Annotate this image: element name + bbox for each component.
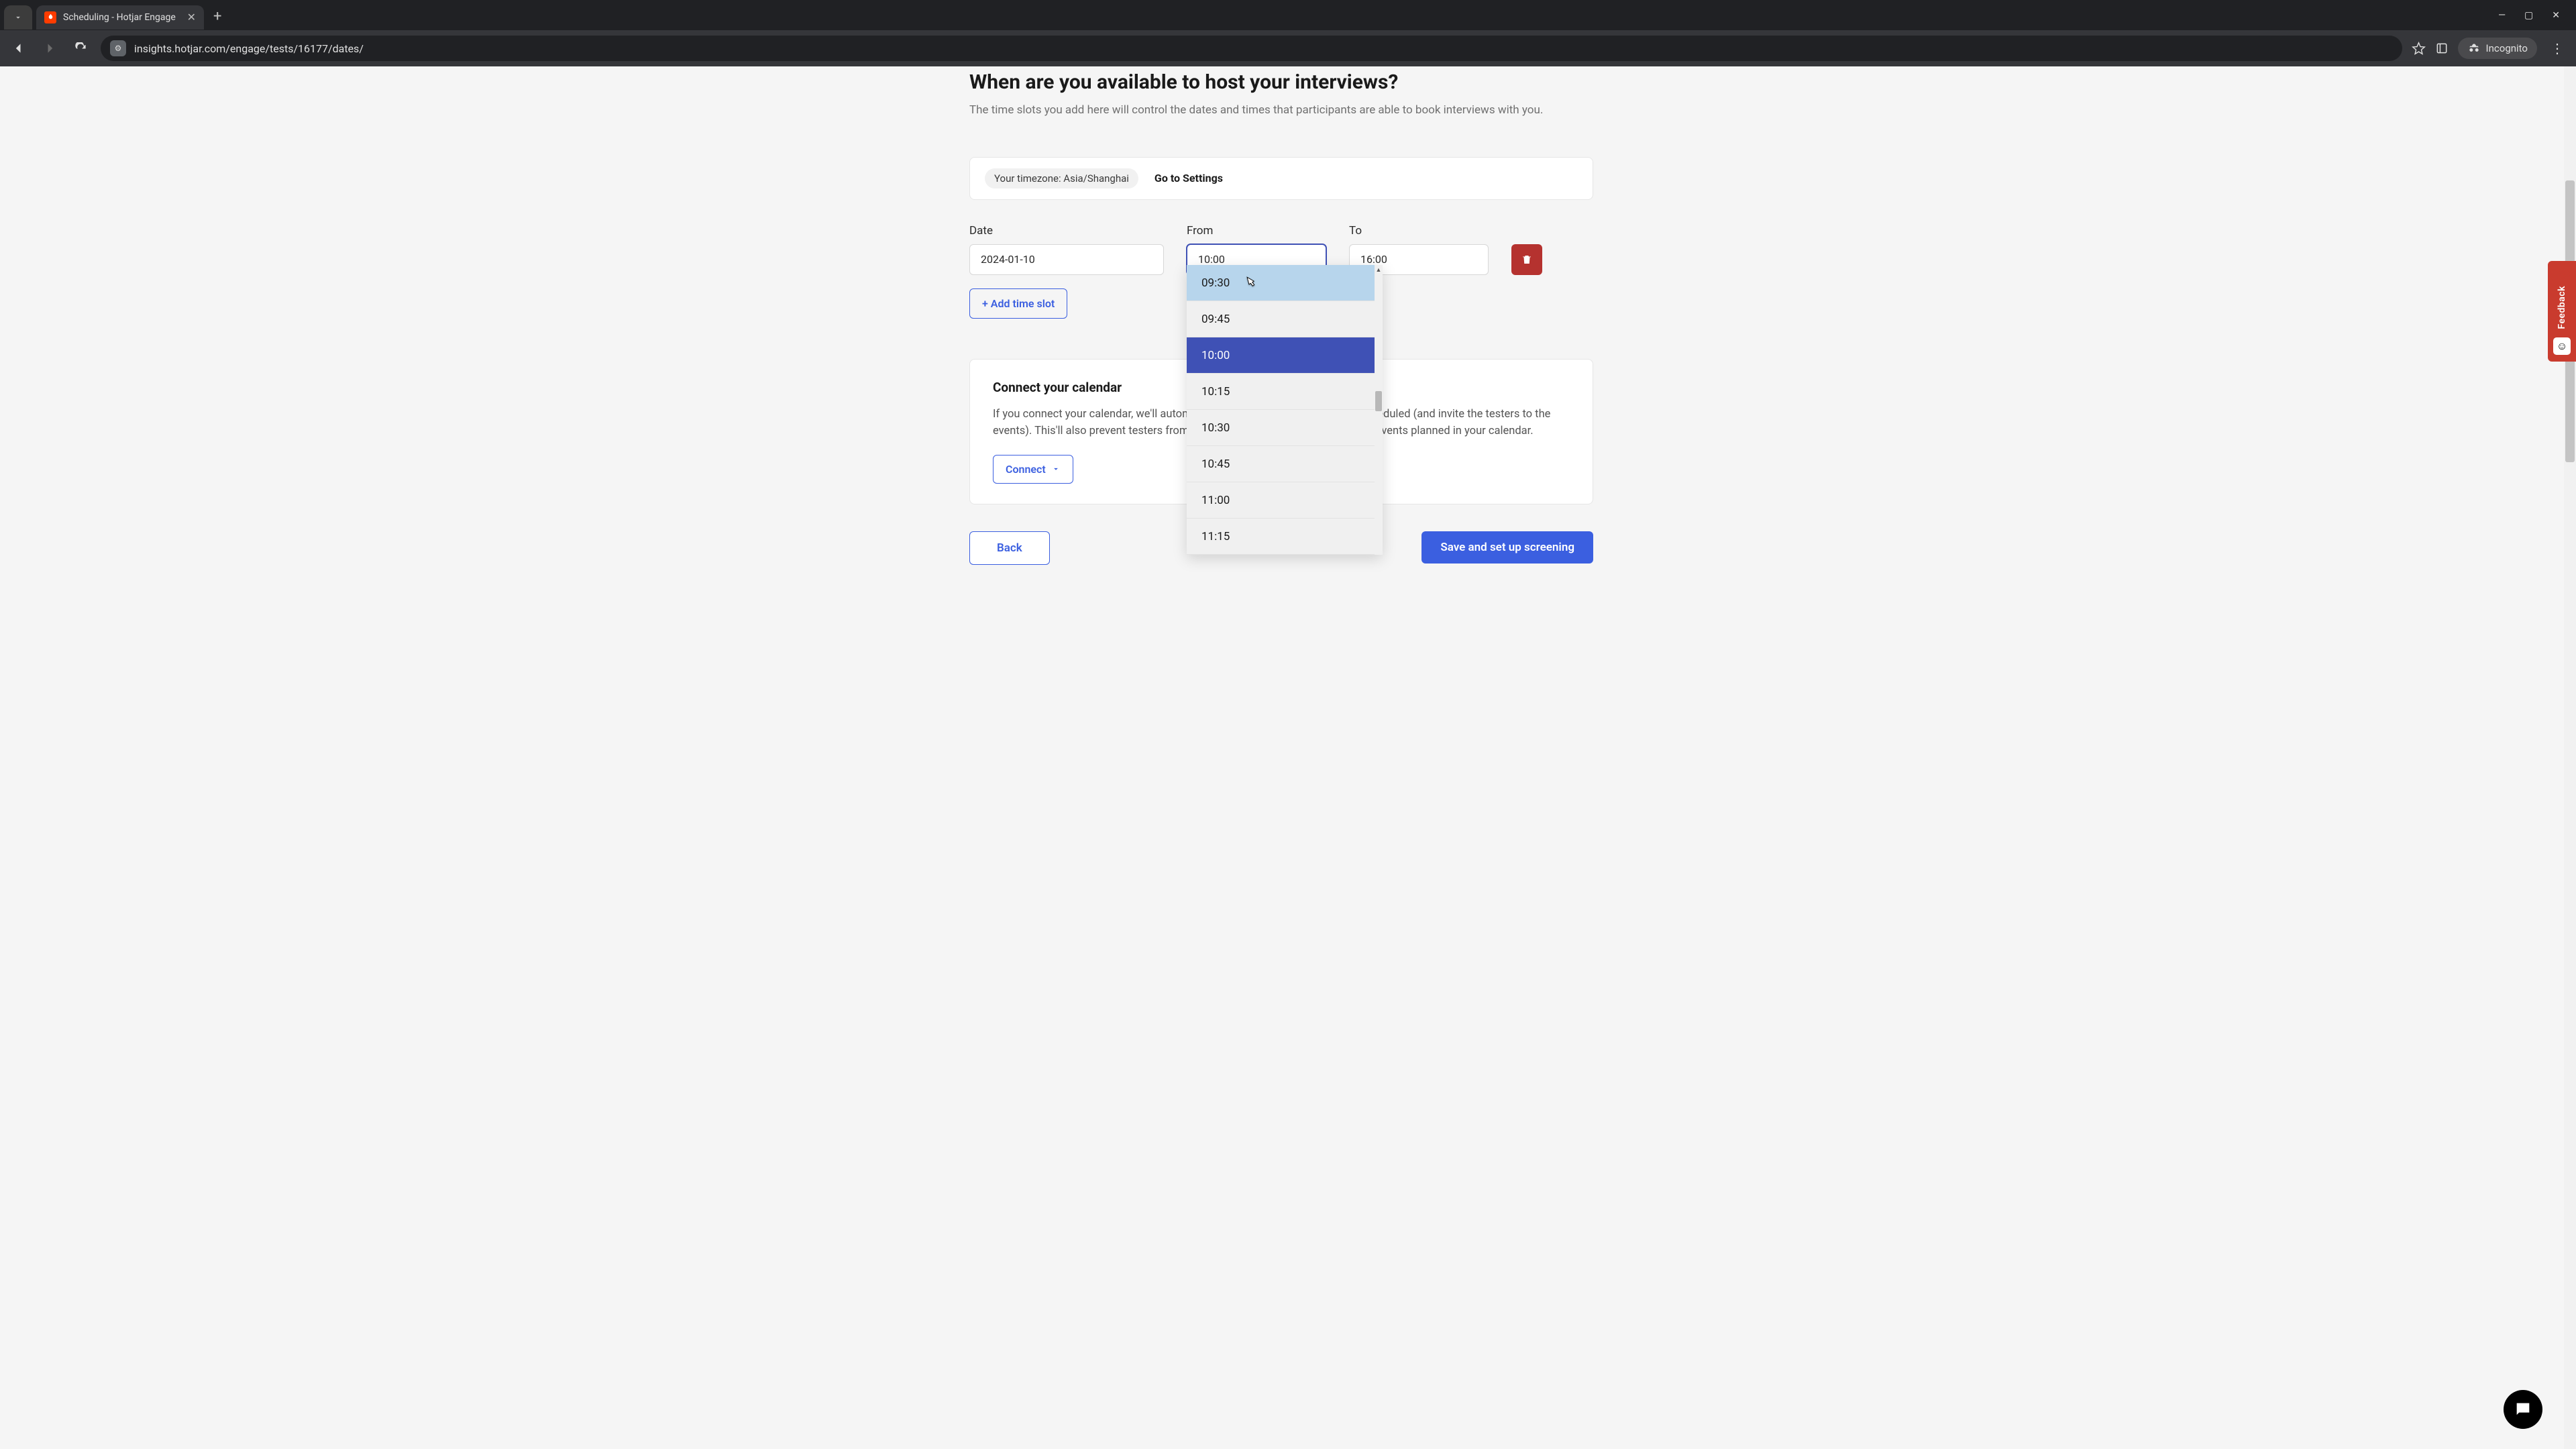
back-button[interactable]: Back xyxy=(969,531,1050,565)
browser-address-bar: ⚙ insights.hotjar.com/engage/tests/16177… xyxy=(0,30,2576,66)
dropdown-scrollbar-thumb[interactable] xyxy=(1375,391,1382,411)
chevron-down-icon xyxy=(1051,464,1061,474)
nav-forward-button[interactable] xyxy=(39,38,60,59)
connect-button[interactable]: Connect xyxy=(993,455,1073,484)
label-to: To xyxy=(1349,224,1489,237)
feedback-tab[interactable]: Feedback ☺ xyxy=(2548,261,2576,362)
url-text: insights.hotjar.com/engage/tests/16177/d… xyxy=(134,42,2393,55)
scroll-up-icon[interactable]: ▲ xyxy=(1375,265,1383,274)
dropdown-option[interactable]: 11:00 xyxy=(1187,482,1375,519)
window-controls: — ▢ ✕ xyxy=(2498,10,2576,21)
trash-icon xyxy=(1521,254,1533,266)
chat-icon xyxy=(2514,1400,2532,1419)
page-viewport: When are you available to host your inte… xyxy=(0,66,2576,1449)
dropdown-option[interactable]: 10:15 xyxy=(1187,374,1375,410)
incognito-icon xyxy=(2467,42,2481,55)
dropdown-option[interactable]: 09:45 xyxy=(1187,301,1375,337)
label-date: Date xyxy=(969,224,1164,237)
chat-widget-button[interactable] xyxy=(2504,1390,2542,1429)
url-field[interactable]: ⚙ insights.hotjar.com/engage/tests/16177… xyxy=(101,36,2402,61)
delete-slot-button[interactable] xyxy=(1511,244,1542,275)
browser-titlebar: Scheduling - Hotjar Engage ✕ + — ▢ ✕ xyxy=(0,0,2576,30)
dropdown-option[interactable]: 10:30 xyxy=(1187,410,1375,446)
incognito-label: Incognito xyxy=(2486,42,2528,54)
timezone-row: Your timezone: Asia/Shanghai Go to Setti… xyxy=(969,157,1593,200)
date-field[interactable]: 2024-01-10 xyxy=(969,244,1164,275)
dropdown-option[interactable]: 10:45 xyxy=(1187,446,1375,482)
dropdown-scrollbar[interactable]: ▲ xyxy=(1375,265,1383,555)
page-heading: When are you available to host your inte… xyxy=(969,70,1593,94)
page-subtext: The time slots you add here will control… xyxy=(969,102,1593,119)
reader-icon[interactable] xyxy=(2435,42,2449,55)
browser-tab[interactable]: Scheduling - Hotjar Engage ✕ xyxy=(36,5,204,30)
window-maximize-button[interactable]: ▢ xyxy=(2524,10,2533,21)
bookmark-icon[interactable] xyxy=(2412,42,2426,56)
from-time-dropdown: 09:30 09:45 10:00 10:15 10:30 10:45 11:0… xyxy=(1187,265,1383,555)
feedback-smiley-icon: ☺ xyxy=(2553,337,2571,355)
nav-back-button[interactable] xyxy=(8,38,30,59)
add-time-slot-button[interactable]: + Add time slot xyxy=(969,288,1067,319)
dropdown-option[interactable]: 11:15 xyxy=(1187,519,1375,555)
dropdown-option[interactable]: 09:30 xyxy=(1187,265,1375,301)
timezone-settings-link[interactable]: Go to Settings xyxy=(1155,172,1223,184)
new-tab-button[interactable]: + xyxy=(213,8,221,25)
save-button[interactable]: Save and set up screening xyxy=(1421,531,1593,564)
label-from: From xyxy=(1187,224,1326,237)
tab-title: Scheduling - Hotjar Engage xyxy=(63,12,180,23)
browser-menu-button[interactable]: ⋮ xyxy=(2546,40,2568,56)
window-minimize-button[interactable]: — xyxy=(2498,10,2506,21)
incognito-indicator[interactable]: Incognito xyxy=(2458,38,2537,59)
timezone-chip: Your timezone: Asia/Shanghai xyxy=(985,168,1138,189)
dropdown-option[interactable]: 10:00 xyxy=(1187,337,1375,374)
window-close-button[interactable]: ✕ xyxy=(2552,10,2560,21)
tab-search-button[interactable] xyxy=(4,5,32,30)
site-info-icon[interactable]: ⚙ xyxy=(110,40,126,56)
nav-reload-button[interactable] xyxy=(70,38,91,59)
hotjar-favicon-icon xyxy=(44,11,56,23)
tab-close-icon[interactable]: ✕ xyxy=(187,11,196,23)
feedback-label: Feedback xyxy=(2557,286,2567,329)
